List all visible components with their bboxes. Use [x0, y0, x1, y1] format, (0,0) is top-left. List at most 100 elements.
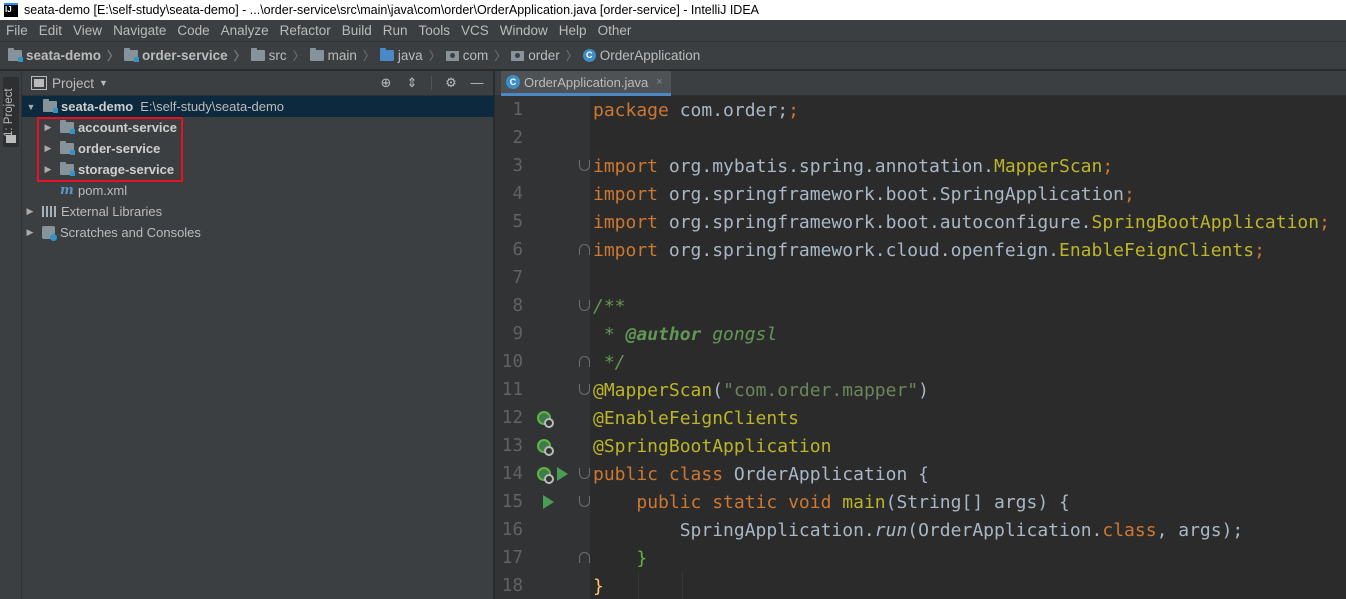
- breadcrumb: seata-demo 〉 order-service 〉 src 〉 main 〉 ja…: [0, 41, 1346, 70]
- code-line: 6 import org.springframework.cloud.openf…: [495, 236, 1346, 264]
- line-number: 5: [512, 212, 523, 232]
- menu-code[interactable]: Code: [173, 23, 213, 38]
- run-class-gutter[interactable]: [557, 467, 571, 481]
- fold-marker-icon[interactable]: [579, 496, 590, 507]
- run-main-gutter[interactable]: [543, 495, 557, 509]
- chevron-right-icon[interactable]: ▶: [24, 206, 36, 217]
- menu-other[interactable]: Other: [594, 23, 636, 38]
- package-icon: [511, 50, 525, 61]
- fold-marker-icon[interactable]: [579, 552, 590, 563]
- menu-build[interactable]: Build: [338, 23, 376, 38]
- run-icon: [543, 495, 554, 509]
- breadcrumb-item-order[interactable]: order 〉: [511, 47, 583, 64]
- menu-bar: File Edit View Navigate Code Analyze Ref…: [0, 20, 1346, 41]
- locate-icon[interactable]: ⊕: [378, 75, 394, 91]
- project-panel-toolbar: ⊕ ⇕ ⚙ —: [378, 75, 485, 91]
- line-number: 9: [512, 324, 523, 344]
- collapse-icon[interactable]: ⇕: [404, 75, 420, 91]
- tree-item-seata-demo[interactable]: ▼ seata-demo E:\self-study\seata-demo: [22, 96, 494, 117]
- chevron-right-icon: 〉: [494, 49, 507, 63]
- tab-orderapplication-java[interactable]: C OrderApplication.java ×: [501, 71, 671, 96]
- toolbar-divider: [431, 76, 432, 90]
- line-number: 10: [501, 352, 523, 372]
- menu-tools[interactable]: Tools: [415, 23, 455, 38]
- library-icon: [42, 206, 56, 217]
- code-line: 3 import org.mybatis.spring.annotation.M…: [495, 152, 1346, 180]
- code-line: 10 */: [495, 348, 1346, 376]
- breadcrumb-item-seata-demo[interactable]: seata-demo 〉: [8, 47, 124, 64]
- spring-bean-icon: [537, 439, 554, 456]
- minimize-icon[interactable]: —: [469, 75, 485, 91]
- close-icon[interactable]: ×: [656, 76, 662, 88]
- folder-icon: [309, 48, 324, 61]
- menu-run[interactable]: Run: [379, 23, 412, 38]
- fold-marker-icon[interactable]: [579, 384, 590, 395]
- spring-class-icon: C: [506, 75, 520, 89]
- code-line: 12 @EnableFeignClients: [495, 404, 1346, 432]
- package-icon: [445, 50, 459, 61]
- menu-vcs[interactable]: VCS: [457, 23, 493, 38]
- chevron-right-icon: 〉: [362, 49, 375, 63]
- line-number: 14: [501, 464, 523, 484]
- left-tool-strip: 1: Project: [0, 71, 22, 599]
- breadcrumb-item-java[interactable]: java 〉: [379, 47, 446, 64]
- project-view-selector[interactable]: Project: [52, 76, 94, 91]
- menu-window[interactable]: Window: [496, 23, 552, 38]
- code-editor[interactable]: 1 package com.order;; 2 3 import org.myb…: [495, 96, 1346, 599]
- scratches-icon: [42, 226, 57, 241]
- chevron-right-icon: 〉: [292, 49, 305, 63]
- spring-bean-gutter[interactable]: [537, 411, 554, 428]
- spring-bean-icon: [537, 411, 554, 428]
- menu-help[interactable]: Help: [555, 23, 591, 38]
- line-number: 17: [501, 548, 523, 568]
- fold-marker-icon[interactable]: [579, 356, 590, 367]
- spring-class-icon: C: [582, 49, 596, 62]
- menu-navigate[interactable]: Navigate: [109, 23, 170, 38]
- run-icon: [557, 467, 568, 481]
- breadcrumb-item-com[interactable]: com 〉: [445, 47, 512, 64]
- breadcrumb-item-order-service[interactable]: order-service 〉: [124, 47, 251, 64]
- code-line: 5 import org.springframework.boot.autoco…: [495, 208, 1346, 236]
- menu-analyze[interactable]: Analyze: [217, 23, 273, 38]
- code-line: 16 SpringApplication.run(OrderApplicatio…: [495, 516, 1346, 544]
- menu-view[interactable]: View: [69, 23, 106, 38]
- code-line: 9 * @author gongsl: [495, 320, 1346, 348]
- menu-refactor[interactable]: Refactor: [276, 23, 335, 38]
- gear-icon[interactable]: ⚙: [443, 75, 459, 91]
- line-number: 1: [512, 100, 523, 120]
- folder-icon: [250, 48, 265, 61]
- code-line: 17 }: [495, 544, 1346, 572]
- line-number: 6: [512, 240, 523, 260]
- tree-item-external-libraries[interactable]: ▶ External Libraries: [22, 201, 494, 222]
- chevron-right-icon[interactable]: ▶: [24, 227, 36, 238]
- spring-bean-gutter[interactable]: [537, 467, 554, 484]
- fold-marker-icon[interactable]: [579, 244, 590, 255]
- fold-marker-icon[interactable]: [579, 300, 590, 311]
- window-title: seata-demo [E:\self-study\seata-demo] - …: [24, 3, 759, 17]
- module-folder-icon: [124, 48, 140, 62]
- module-folder-icon: [8, 48, 23, 62]
- chevron-down-icon[interactable]: ▼: [25, 102, 37, 112]
- tree-item-scratches[interactable]: ▶ Scratches and Consoles: [22, 222, 494, 243]
- spring-bean-gutter[interactable]: [537, 439, 554, 456]
- fold-marker-icon[interactable]: [579, 160, 590, 171]
- line-number: 8: [512, 296, 523, 316]
- highlight-box: [37, 117, 183, 182]
- line-number: 16: [501, 520, 523, 540]
- fold-marker-icon[interactable]: [579, 468, 590, 479]
- code-line: 15 public static void main(String[] args…: [495, 488, 1346, 516]
- chevron-right-icon: 〉: [233, 49, 246, 63]
- tree-item-pom-xml[interactable]: m pom.xml: [22, 180, 494, 201]
- menu-file[interactable]: File: [2, 23, 32, 38]
- chevron-right-icon: 〉: [107, 49, 120, 63]
- source-folder-icon: [379, 48, 394, 61]
- code-line: 2: [495, 124, 1346, 152]
- line-number: 15: [501, 492, 523, 512]
- breadcrumb-item-main[interactable]: main 〉: [309, 47, 380, 64]
- line-number: 2: [512, 128, 523, 148]
- chevron-down-icon[interactable]: ▼: [99, 78, 108, 88]
- menu-edit[interactable]: Edit: [35, 23, 66, 38]
- breadcrumb-item-orderapplication[interactable]: C OrderApplication: [582, 48, 700, 63]
- folder-icon: [6, 135, 16, 143]
- breadcrumb-item-src[interactable]: src 〉: [250, 47, 310, 64]
